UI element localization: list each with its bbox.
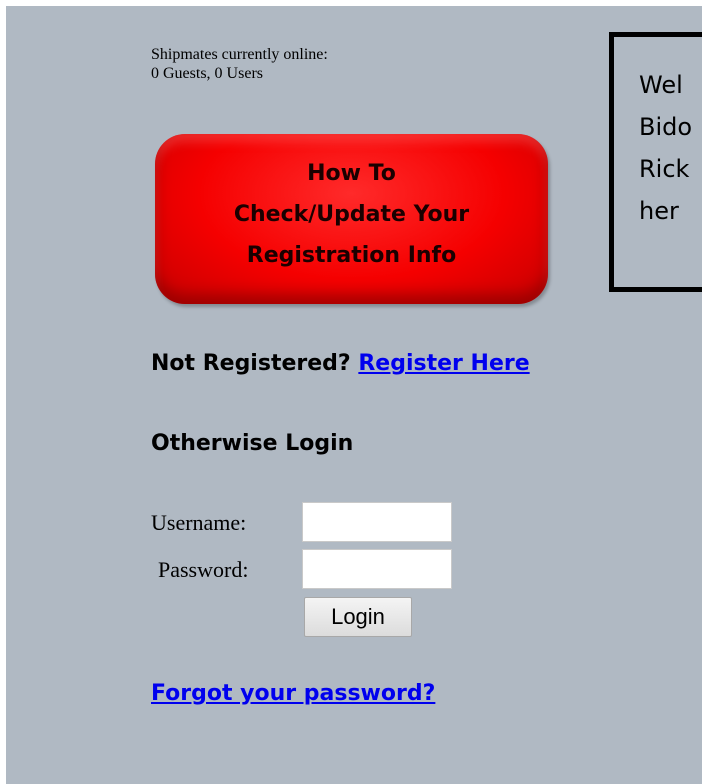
welcome-message-box: Wel Bido Rick her [609,32,702,292]
online-status: Shipmates currently online: 0 Guests, 0 … [151,45,328,83]
login-heading: Otherwise Login [151,431,354,456]
online-status-title: Shipmates currently online: [151,46,328,63]
welcome-line-2: Bido [639,113,693,141]
online-status-counts: 0 Guests, 0 Users [151,65,263,82]
how-to-button-line-2: Check/Update Your [233,202,470,227]
page-background [6,6,702,784]
not-registered-text: Not Registered? [151,351,351,376]
forgot-password-link[interactable]: Forgot your password? [151,681,435,706]
username-input[interactable] [302,502,452,542]
password-label: Password: [158,557,249,582]
how-to-button-line-3: Registration Info [246,243,457,268]
password-input[interactable] [302,549,452,589]
welcome-line-4: her [639,197,679,225]
welcome-line-3: Rick [639,155,690,183]
not-registered-row: Not Registered? Register Here [151,351,530,376]
username-label: Username: [151,510,247,535]
register-here-link[interactable]: Register Here [358,351,529,376]
how-to-update-registration-button[interactable]: How To Check/Update Your Registration In… [155,134,548,304]
login-button[interactable]: Login [304,597,412,637]
how-to-button-line-1: How To [307,161,396,186]
welcome-line-1: Wel [639,71,683,99]
